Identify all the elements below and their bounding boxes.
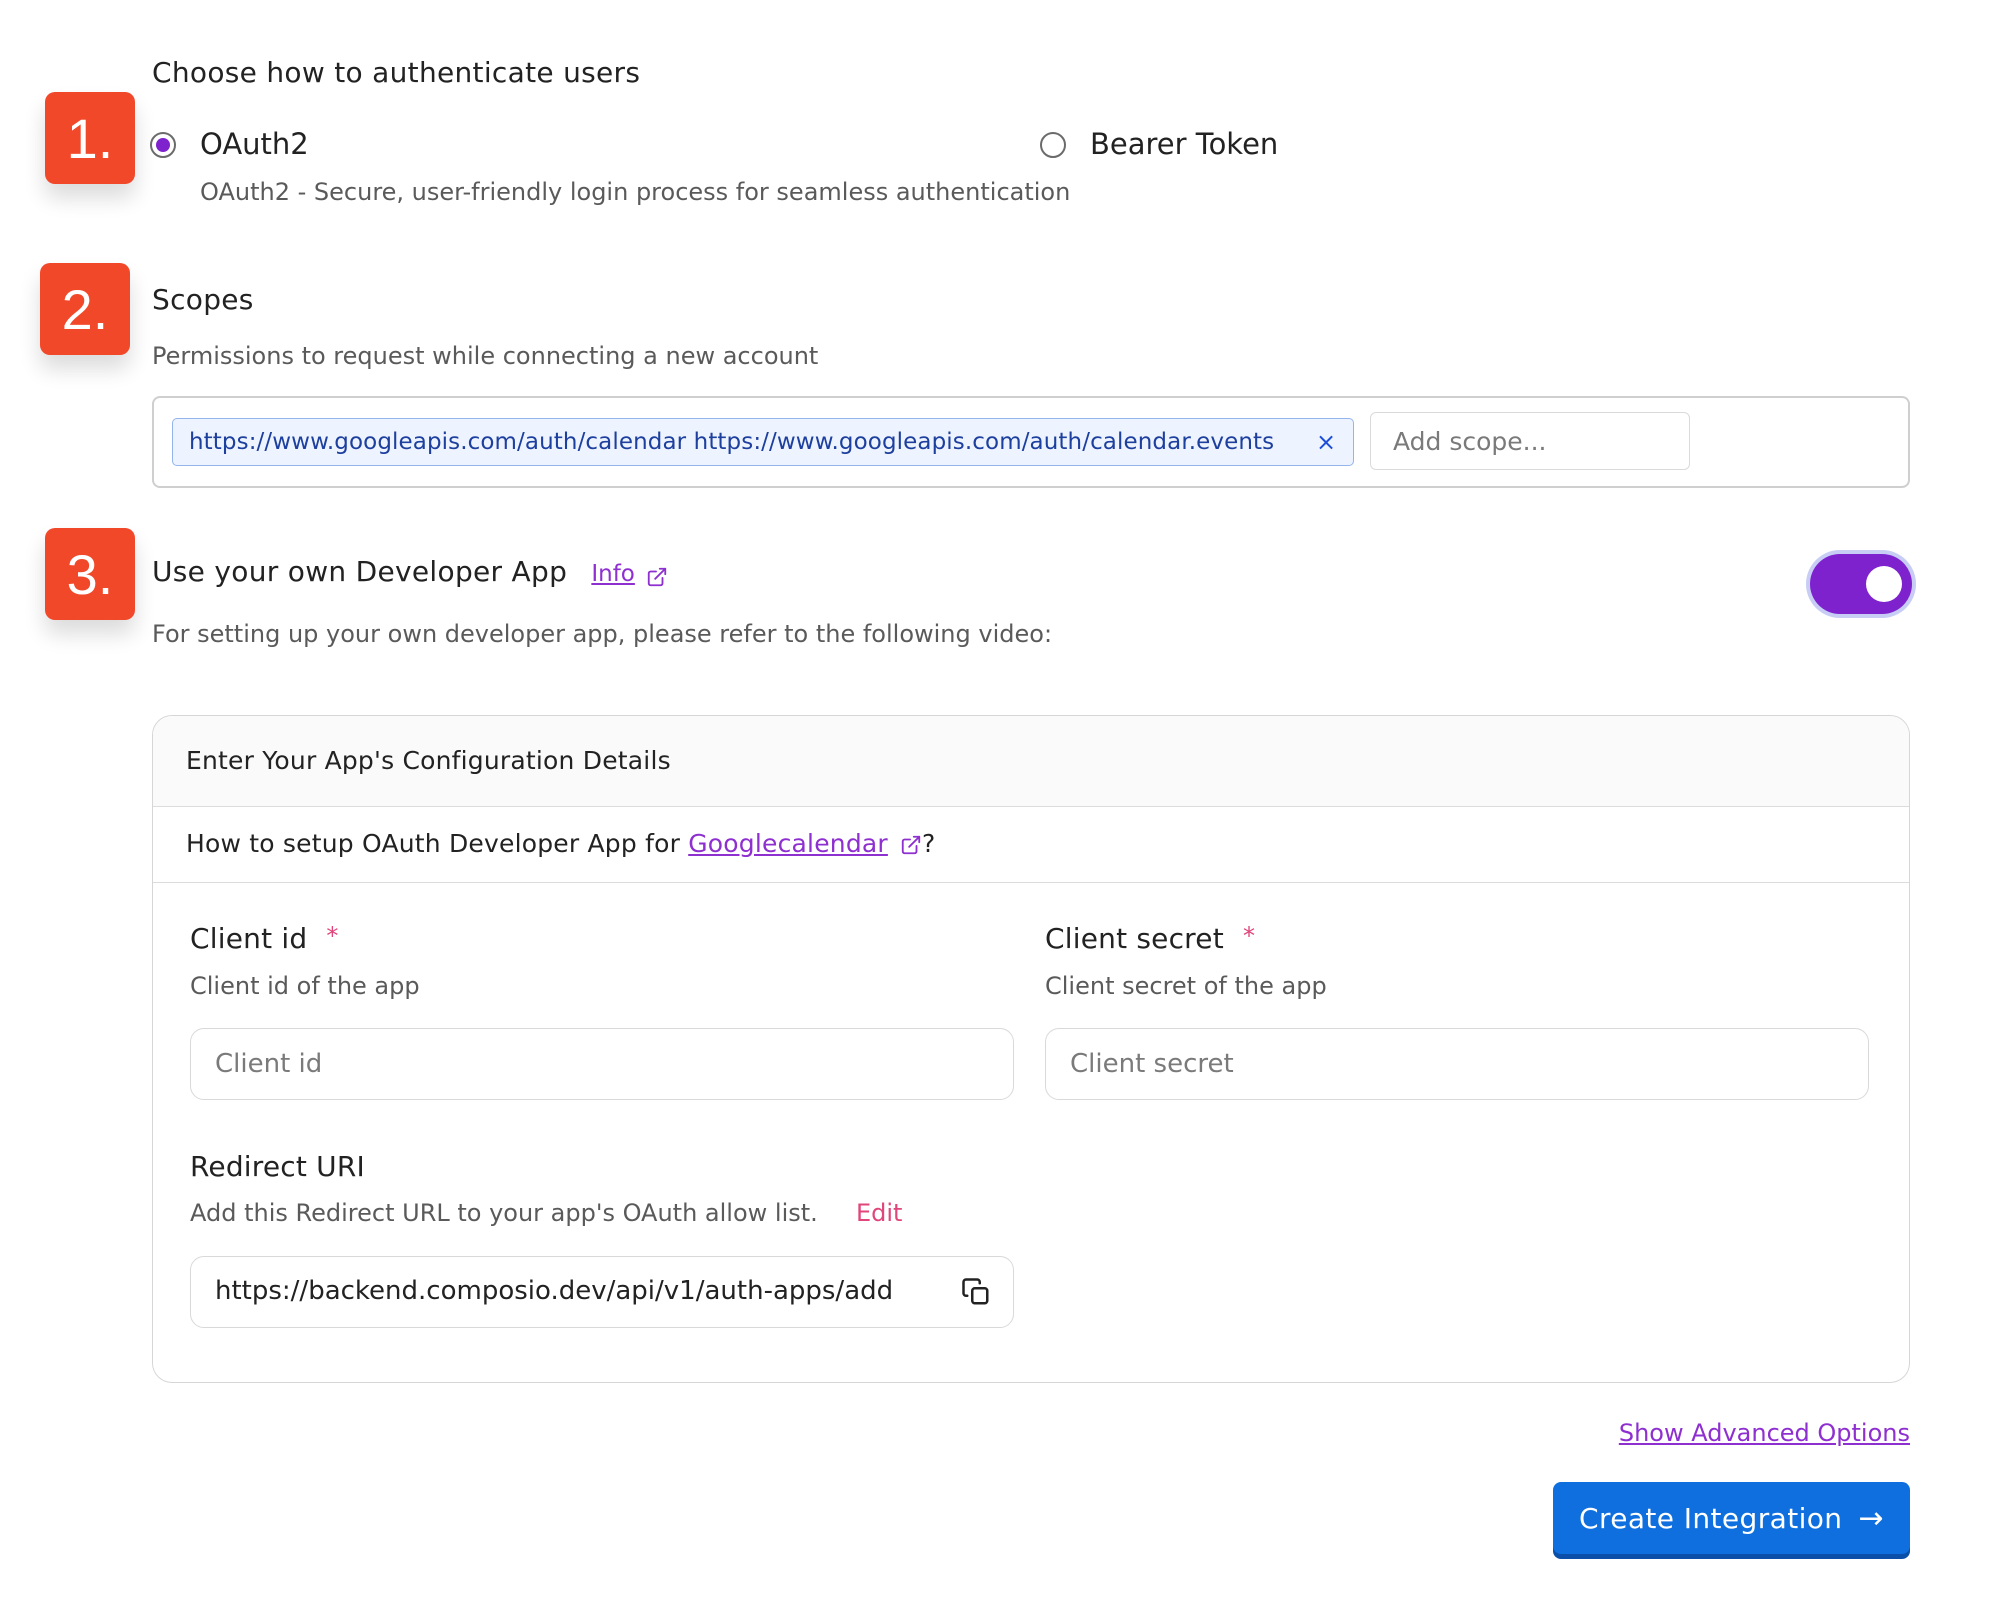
howto-row: How to setup OAuth Developer App for Goo…	[153, 807, 1909, 883]
developer-app-toggle[interactable]	[1810, 554, 1912, 614]
howto-suffix: ?	[922, 829, 936, 858]
required-mark: *	[1242, 922, 1255, 950]
googlecalendar-link[interactable]: Googlecalendar	[688, 829, 888, 858]
redirect-description: Add this Redirect URL to your app's OAut…	[190, 1199, 818, 1227]
create-integration-button[interactable]: Create Integration →	[1553, 1482, 1910, 1554]
external-link-icon[interactable]	[900, 834, 922, 856]
howto-prefix: How to setup OAuth Developer App for	[186, 829, 689, 858]
auth-section-title: Choose how to authenticate users	[152, 56, 641, 89]
scopes-field[interactable]: https://www.googleapis.com/auth/calendar…	[152, 396, 1910, 488]
bearer-token-radio[interactable]	[1040, 132, 1066, 158]
oauth2-option[interactable]: OAuth2	[150, 127, 690, 166]
step-badge-3: 3.	[45, 528, 135, 620]
oauth2-label: OAuth2	[200, 127, 309, 161]
client-id-label-row: Client id *	[190, 922, 338, 955]
external-link-icon[interactable]	[646, 566, 668, 588]
config-panel-header: Enter Your App's Configuration Details	[153, 716, 1909, 807]
client-secret-label: Client secret	[1045, 922, 1224, 955]
config-panel: Enter Your App's Configuration Details H…	[152, 715, 1910, 1383]
developer-app-title: Use your own Developer App	[152, 555, 568, 588]
howto-text: How to setup OAuth Developer App for Goo…	[186, 829, 936, 858]
client-id-description: Client id of the app	[190, 972, 420, 1000]
client-id-input[interactable]	[190, 1028, 1014, 1100]
client-secret-input[interactable]	[1045, 1028, 1869, 1100]
toggle-knob	[1866, 566, 1902, 602]
scopes-title: Scopes	[152, 283, 254, 316]
bearer-token-label: Bearer Token	[1090, 127, 1279, 161]
step-badge-1: 1.	[45, 92, 135, 184]
close-icon[interactable]: ×	[1313, 429, 1339, 455]
redirect-description-row: Add this Redirect URL to your app's OAut…	[190, 1199, 902, 1227]
client-id-label: Client id	[190, 922, 308, 955]
client-secret-description: Client secret of the app	[1045, 972, 1327, 1000]
required-mark: *	[326, 922, 339, 950]
developer-app-description: For setting up your own developer app, p…	[152, 620, 1053, 648]
config-panel-title: Enter Your App's Configuration Details	[186, 746, 671, 775]
copy-icon[interactable]	[961, 1277, 991, 1307]
auth-description: OAuth2 - Secure, user-friendly login pro…	[200, 178, 1071, 206]
info-link[interactable]: Info	[591, 561, 635, 587]
developer-app-heading: Use your own Developer App Info	[152, 555, 668, 588]
scope-chip-text: https://www.googleapis.com/auth/calendar…	[189, 429, 1275, 455]
scopes-description: Permissions to request while connecting …	[152, 342, 819, 370]
scope-chip: https://www.googleapis.com/auth/calendar…	[172, 418, 1354, 466]
bearer-token-option[interactable]: Bearer Token	[1040, 127, 1340, 166]
show-advanced-options-link[interactable]: Show Advanced Options	[1619, 1419, 1910, 1447]
step-badge-2: 2.	[40, 263, 130, 355]
redirect-uri-field[interactable]: https://backend.composio.dev/api/v1/auth…	[190, 1256, 1014, 1328]
add-scope-input[interactable]	[1370, 412, 1690, 470]
oauth2-radio[interactable]	[150, 132, 176, 158]
redirect-uri-label: Redirect URI	[190, 1150, 365, 1183]
client-secret-label-row: Client secret *	[1045, 922, 1255, 955]
redirect-uri-value: https://backend.composio.dev/api/v1/auth…	[215, 1276, 894, 1306]
arrow-right-icon: →	[1858, 1500, 1884, 1536]
create-integration-label: Create Integration	[1579, 1501, 1843, 1535]
edit-redirect-link[interactable]: Edit	[856, 1199, 902, 1227]
